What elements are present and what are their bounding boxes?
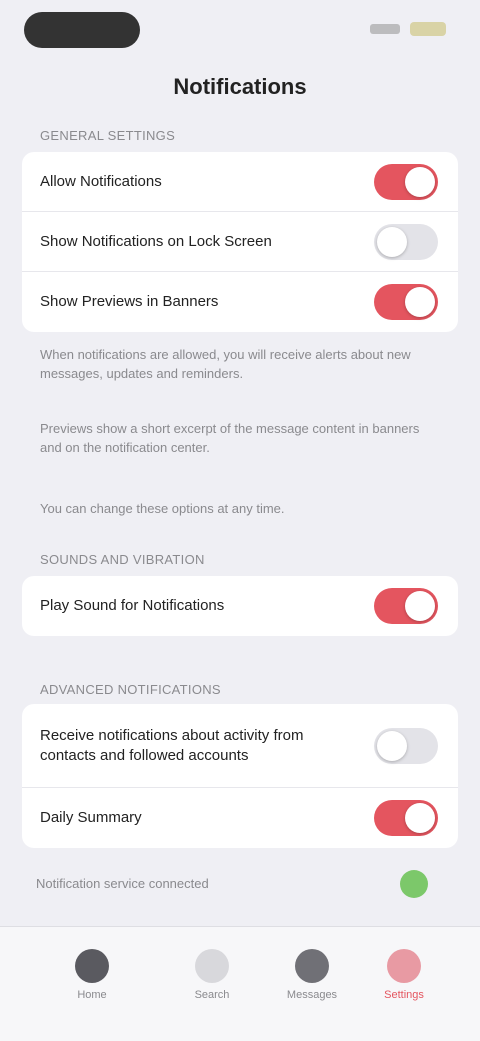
status-icons [370, 22, 446, 36]
section-header-advanced: ADVANCED NOTIFICATIONS [40, 682, 221, 697]
toggle-knob [405, 166, 435, 197]
battery-icon [410, 22, 446, 36]
search-icon [195, 949, 229, 983]
toggle-knob [377, 226, 407, 257]
allow-notifications-toggle[interactable] [374, 163, 438, 200]
tab-label: Messages [286, 989, 338, 1001]
previews-toggle[interactable] [374, 284, 438, 320]
tab-bar: Home Search Messages Settings [0, 926, 480, 1041]
general-settings-card: Allow Notifications Show Notifications o… [22, 152, 458, 332]
footnote-change: You can change these options at any time… [40, 501, 285, 516]
gear-icon [387, 949, 421, 983]
daily-summary-toggle[interactable] [374, 800, 438, 836]
play-sound-toggle[interactable] [374, 588, 438, 624]
toggle-knob [377, 730, 407, 761]
connection-status-text: Notification service connected [36, 876, 209, 891]
tab-settings[interactable]: Settings [364, 949, 444, 1019]
row-label: Play Sound for Notifications [40, 597, 225, 615]
tab-label: Home [77, 989, 107, 1001]
settings-row-allow-notifications[interactable]: Allow Notifications [22, 152, 458, 212]
settings-row-activity[interactable]: Receive notifications about activity fro… [22, 704, 458, 788]
sounds-card: Play Sound for Notifications [22, 576, 458, 636]
row-label: Daily Summary [40, 809, 142, 827]
footnote-previews: Previews show a short excerpt of the mes… [40, 421, 420, 455]
settings-row-previews[interactable]: Show Previews in Banners [22, 272, 458, 332]
toggle-knob [405, 591, 435, 621]
activity-toggle[interactable] [374, 727, 438, 764]
time-pill [24, 12, 140, 48]
tab-search[interactable]: Search [172, 949, 252, 1019]
tab-home[interactable]: Home [52, 949, 132, 1019]
toggle-knob [405, 287, 435, 317]
page-title: Notifications [173, 74, 307, 99]
lock-screen-toggle[interactable] [374, 223, 438, 260]
tab-label: Settings [384, 989, 424, 1001]
footnote-allow: When notifications are allowed, you will… [40, 347, 411, 381]
toggle-knob [405, 803, 435, 833]
home-icon [75, 949, 109, 983]
settings-row-daily-summary[interactable]: Daily Summary [22, 788, 458, 848]
row-label: Show Notifications on Lock Screen [40, 232, 272, 250]
row-label: Allow Notifications [40, 172, 162, 190]
connection-status-indicator [400, 870, 428, 898]
section-header-sounds: SOUNDS AND VIBRATION [40, 552, 205, 567]
tab-label: Search [194, 989, 230, 1001]
signal-icon [370, 24, 400, 34]
status-bar [0, 0, 480, 60]
advanced-card: Receive notifications about activity fro… [22, 704, 458, 848]
chat-icon [295, 949, 329, 983]
settings-row-play-sound[interactable]: Play Sound for Notifications [22, 576, 458, 636]
section-header-general: GENERAL SETTINGS [40, 128, 176, 143]
settings-row-lock-screen[interactable]: Show Notifications on Lock Screen [22, 212, 458, 272]
row-label: Receive notifications about activity fro… [40, 727, 304, 764]
tab-messages[interactable]: Messages [272, 949, 352, 1019]
row-label: Show Previews in Banners [40, 293, 219, 311]
